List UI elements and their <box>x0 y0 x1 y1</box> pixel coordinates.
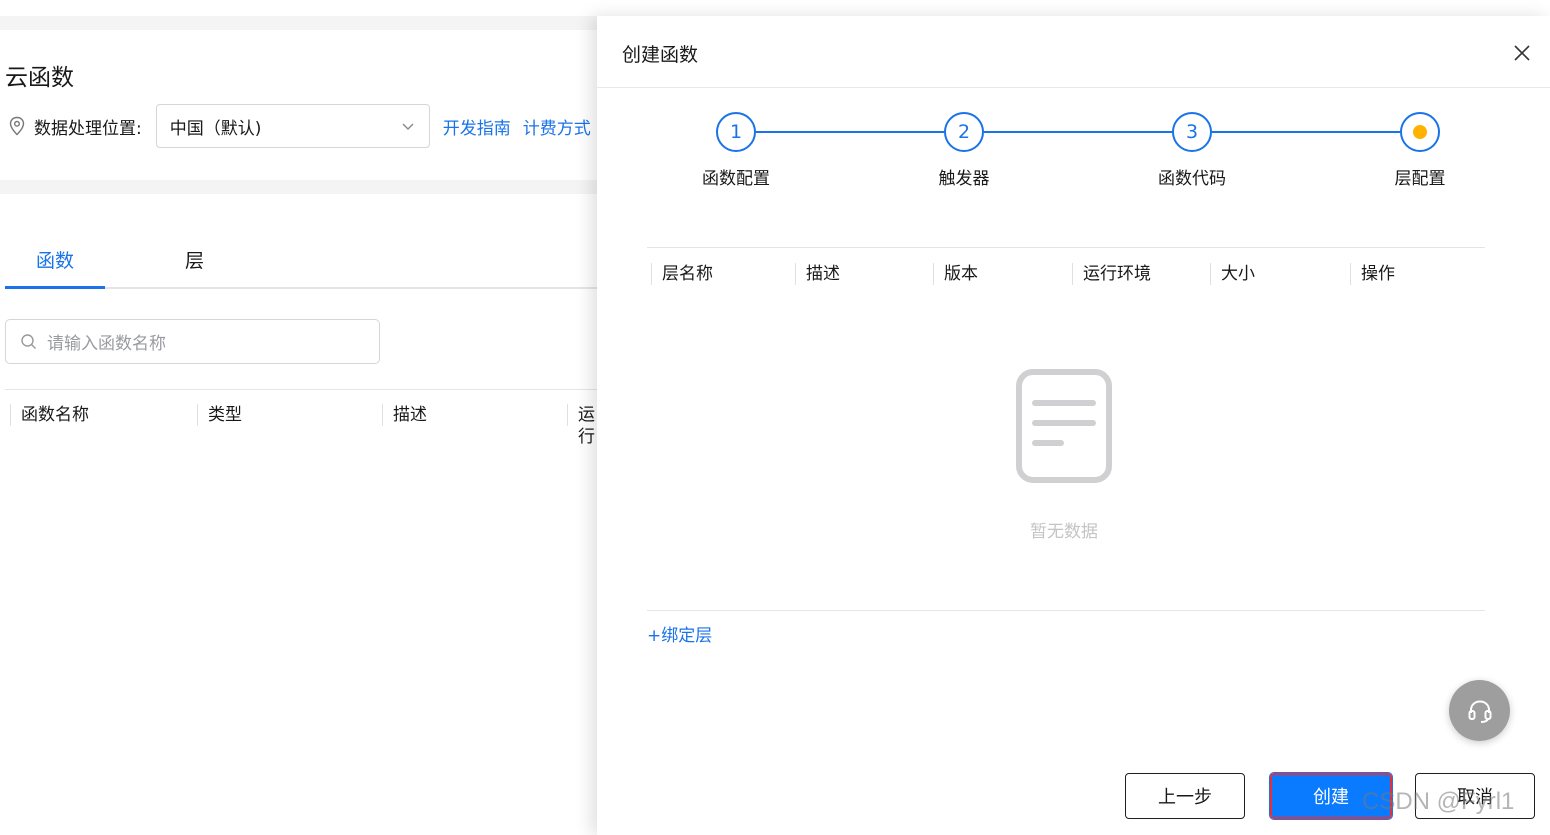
step-1-circle: 1 <box>716 112 756 152</box>
column-header-name[interactable]: 函数名称 <box>10 404 89 426</box>
tab-bar: 函数 层 <box>5 238 600 289</box>
step-connector <box>1212 131 1400 133</box>
step-3-circle: 3 <box>1172 112 1212 152</box>
region-select-value: 中国（默认) <box>169 118 262 139</box>
customer-support-button[interactable] <box>1449 680 1510 741</box>
close-icon <box>1514 45 1530 61</box>
bind-layer-button[interactable]: +绑定层 <box>647 626 712 646</box>
column-header-version[interactable]: 版本 <box>933 263 978 285</box>
step-4-current-circle <box>1400 112 1440 152</box>
step-3-label: 函数代码 <box>1158 169 1226 189</box>
close-button[interactable] <box>1509 40 1535 66</box>
column-header-actions[interactable]: 操作 <box>1350 263 1395 285</box>
top-band <box>0 0 600 16</box>
function-search-input[interactable]: 请输入函数名称 <box>5 319 380 364</box>
column-header-runtime[interactable]: 运行环境 <box>1072 263 1151 285</box>
function-table-header: 函数名称 类型 描述 运行 <box>5 389 600 447</box>
column-header-type[interactable]: 类型 <box>197 404 242 426</box>
search-icon <box>20 333 38 351</box>
column-header-description[interactable]: 描述 <box>795 263 840 285</box>
region-select[interactable]: 中国（默认) <box>155 104 430 148</box>
tab-functions[interactable]: 函数 <box>5 246 105 289</box>
step-2-circle: 2 <box>944 112 984 152</box>
drawer-title: 创建函数 <box>622 44 699 66</box>
empty-document-icon <box>1016 369 1112 483</box>
region-label: 数据处理位置: <box>34 118 142 139</box>
tab-layers[interactable]: 层 <box>185 246 204 273</box>
step-4-label: 层配置 <box>1394 169 1446 189</box>
empty-state: 暂无数据 <box>969 369 1159 542</box>
drawer-header: 创建函数 <box>597 16 1550 88</box>
step-1-label: 函数配置 <box>702 169 770 189</box>
page-title: 云函数 <box>5 65 74 91</box>
background-page: 云函数 数据处理位置: 中国（默认) 开发指南 计费方式 函数 层 请输入函数名… <box>0 0 600 835</box>
watermark: CSDN @Fyrl1 <box>1362 788 1515 815</box>
billing-link[interactable]: 计费方式 <box>523 114 591 139</box>
column-header-runtime[interactable]: 运行 <box>567 404 600 447</box>
step-connector <box>756 131 944 133</box>
location-pin-icon <box>8 116 26 136</box>
empty-state-text: 暂无数据 <box>1030 522 1098 542</box>
step-connector <box>984 131 1172 133</box>
layer-table-header: 层名称 描述 版本 运行环境 大小 操作 <box>647 247 1485 301</box>
column-header-layer-name[interactable]: 层名称 <box>651 263 713 285</box>
region-row: 数据处理位置: 中国（默认) 开发指南 计费方式 <box>8 104 591 148</box>
layer-table: 层名称 描述 版本 运行环境 大小 操作 <box>647 247 1485 301</box>
search-placeholder: 请输入函数名称 <box>47 334 166 354</box>
previous-step-button[interactable]: 上一步 <box>1125 773 1245 819</box>
main-card <box>0 194 600 835</box>
column-header-size[interactable]: 大小 <box>1210 263 1255 285</box>
create-function-drawer: 创建函数 1 2 3 函数配置 触发器 函数代码 层配置 层名称 描述 版本 运… <box>597 16 1550 835</box>
step-indicator: 1 2 3 函数配置 触发器 函数代码 层配置 <box>597 112 1550 212</box>
current-step-dot <box>1413 125 1427 139</box>
bind-layer-row: +绑定层 <box>647 610 1485 658</box>
dev-guide-link[interactable]: 开发指南 <box>443 114 511 139</box>
step-2-label: 触发器 <box>938 169 990 189</box>
headset-icon <box>1468 699 1491 723</box>
column-header-description[interactable]: 描述 <box>382 404 427 426</box>
chevron-down-icon <box>401 119 415 133</box>
